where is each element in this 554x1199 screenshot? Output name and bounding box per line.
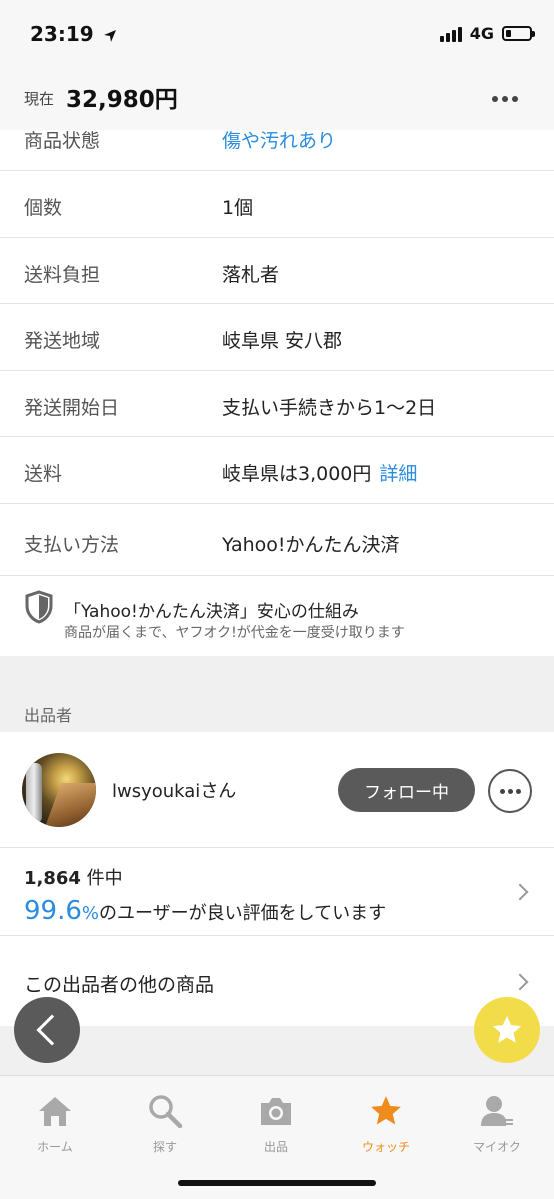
seller-row[interactable]: lwsyoukaiさん フォロー中 (0, 732, 554, 848)
detail-value: Yahoo!かんたん決済 (222, 534, 400, 556)
signal-icon (439, 26, 462, 42)
chevron-right-icon (511, 973, 529, 991)
tab-label: ウォッチ (361, 1140, 410, 1154)
assurance-title: 「Yahoo!かんたん決済」安心の仕組み (64, 602, 359, 622)
seller-more-icon[interactable] (488, 769, 532, 813)
battery-icon (502, 26, 535, 41)
price-header: 現在 32,980円 (0, 70, 554, 130)
item-details-table: 商品状態 傷や汚れあり 個数 1個 送料負担 落札者 発送地域 岐阜県 安八郡 … (0, 130, 554, 576)
home-indicator (178, 1180, 376, 1186)
rating-count: 1,864 件中 (24, 864, 123, 890)
detail-label: 個数 (24, 197, 63, 219)
tab-my-auction[interactable]: マイオク (442, 1086, 552, 1154)
location-arrow-icon (103, 29, 116, 42)
tab-bar: ホーム 探す 出品 ウォッチ マイオク (0, 1075, 554, 1199)
detail-label: 送料負担 (24, 264, 101, 286)
home-icon (39, 1097, 71, 1126)
more-options-icon[interactable] (492, 96, 518, 102)
watch-star-button[interactable] (474, 997, 540, 1063)
detail-row-ship-start: 発送開始日 支払い手続きから1〜2日 (0, 371, 554, 437)
rating-percent-unit: % (81, 903, 99, 924)
detail-value-wrap: 岐阜県は3,000円 詳細 (222, 459, 417, 486)
detail-label: 発送地域 (24, 330, 101, 352)
tab-label: 探す (152, 1140, 177, 1154)
detail-label: 支払い方法 (24, 534, 120, 556)
detail-row-quantity: 個数 1個 (0, 171, 554, 238)
detail-label: 発送開始日 (24, 397, 120, 419)
search-icon (149, 1095, 183, 1128)
detail-row-ship-region: 発送地域 岐阜県 安八郡 (0, 304, 554, 371)
network-type: 4G (469, 24, 494, 43)
detail-value: 1個 (222, 197, 254, 219)
chevron-right-icon (511, 883, 529, 901)
detail-label: 商品状態 (24, 130, 101, 152)
status-indicators: 4G (439, 24, 535, 43)
seller-other-items-row[interactable]: この出品者の他の商品 (0, 936, 554, 1026)
camera-icon (261, 1098, 291, 1125)
shipping-detail-link[interactable]: 詳細 (379, 463, 417, 485)
seller-section-label: 出品者 (24, 706, 73, 725)
detail-value: 落札者 (222, 264, 280, 286)
star-icon (492, 1015, 522, 1043)
status-time: 23:19 (30, 22, 117, 46)
chevron-left-icon (36, 1014, 68, 1046)
rating-percent: 99.6 (24, 896, 82, 926)
current-price: 32,980円 (66, 87, 178, 113)
tab-label: 出品 (263, 1140, 288, 1154)
detail-row-payment: 支払い方法 Yahoo!かんたん決済 (0, 504, 554, 576)
detail-value: 岐阜県 安八郡 (222, 330, 343, 352)
rating-summary: 99.6%のユーザーが良い評価をしています (24, 896, 386, 926)
other-items-label: この出品者の他の商品 (24, 974, 215, 996)
tab-sell[interactable]: 出品 (221, 1086, 331, 1154)
tab-label: マイオク (473, 1140, 521, 1154)
rating-count-number: 1,864 (24, 868, 81, 889)
rating-row[interactable]: 1,864 件中 99.6%のユーザーが良い評価をしています (0, 848, 554, 936)
seller-name[interactable]: lwsyoukaiさん (112, 777, 236, 803)
price-prefix: 現在 (24, 90, 55, 108)
tab-search[interactable]: 探す (110, 1086, 220, 1154)
status-bar: 23:19 4G (0, 0, 554, 70)
assurance-description: 商品が届くまで、ヤフオク!が代金を一度受け取ります (64, 625, 405, 641)
avatar[interactable] (22, 753, 96, 827)
condition-link[interactable]: 傷や汚れあり (222, 126, 336, 153)
detail-row-shipping-payer: 送料負担 落札者 (0, 238, 554, 304)
detail-row-condition: 商品状態 傷や汚れあり (0, 130, 554, 171)
detail-label: 送料 (24, 463, 63, 485)
star-icon (371, 1096, 401, 1125)
back-button[interactable] (14, 997, 80, 1063)
detail-value: 支払い手続きから1〜2日 (222, 397, 437, 419)
shield-icon (25, 590, 53, 624)
user-icon (481, 1096, 513, 1126)
shipping-fee-value: 岐阜県は3,000円 (222, 463, 372, 485)
follow-button[interactable]: フォロー中 (338, 768, 475, 812)
section-divider (0, 1026, 554, 1075)
tab-watch[interactable]: ウォッチ (331, 1086, 441, 1154)
tab-home[interactable]: ホーム (0, 1086, 110, 1154)
detail-row-shipping-fee: 送料 岐阜県は3,000円 詳細 (0, 437, 554, 504)
tab-label: ホーム (37, 1140, 73, 1154)
rating-text: のユーザーが良い評価をしています (99, 903, 387, 924)
rating-count-suffix: 件中 (80, 868, 123, 889)
section-divider (0, 656, 554, 732)
